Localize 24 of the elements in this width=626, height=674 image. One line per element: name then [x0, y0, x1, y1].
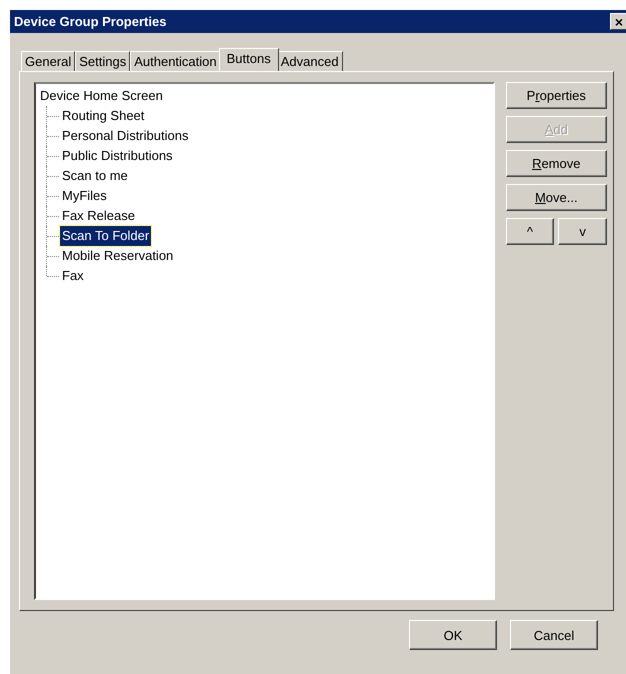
tree-item[interactable]: Public Distributions: [60, 146, 175, 166]
tab[interactable]: Settings: [75, 51, 130, 71]
tree-item[interactable]: Device Home Screen: [38, 86, 165, 106]
close-button[interactable]: ×: [610, 13, 626, 30]
window-title: Device Group Properties: [13, 14, 166, 29]
order-button[interactable]: ^: [506, 218, 554, 245]
tree-item[interactable]: Personal Distributions: [60, 126, 190, 146]
tree-item[interactable]: Fax Release: [60, 206, 137, 226]
tab[interactable]: Authentication: [130, 51, 221, 71]
tree-item[interactable]: Scan to me: [60, 166, 130, 186]
tab[interactable]: Advanced: [276, 51, 343, 71]
side-button[interactable]: Properties: [506, 82, 607, 109]
tree-item[interactable]: Routing Sheet: [60, 106, 146, 126]
tree-item[interactable]: Scan To Folder: [60, 226, 152, 246]
tab[interactable]: Buttons: [218, 48, 279, 71]
dialog-button[interactable]: OK: [409, 620, 497, 650]
tree-item[interactable]: Mobile Reservation: [60, 246, 176, 266]
dialog-button[interactable]: Cancel: [510, 620, 598, 650]
tree-item[interactable]: Fax: [60, 266, 86, 286]
order-button[interactable]: v: [558, 218, 607, 245]
tab[interactable]: General: [21, 51, 76, 71]
side-button[interactable]: Move...: [506, 184, 607, 211]
tree-item[interactable]: MyFiles: [60, 186, 109, 206]
side-button[interactable]: Remove: [506, 150, 607, 177]
